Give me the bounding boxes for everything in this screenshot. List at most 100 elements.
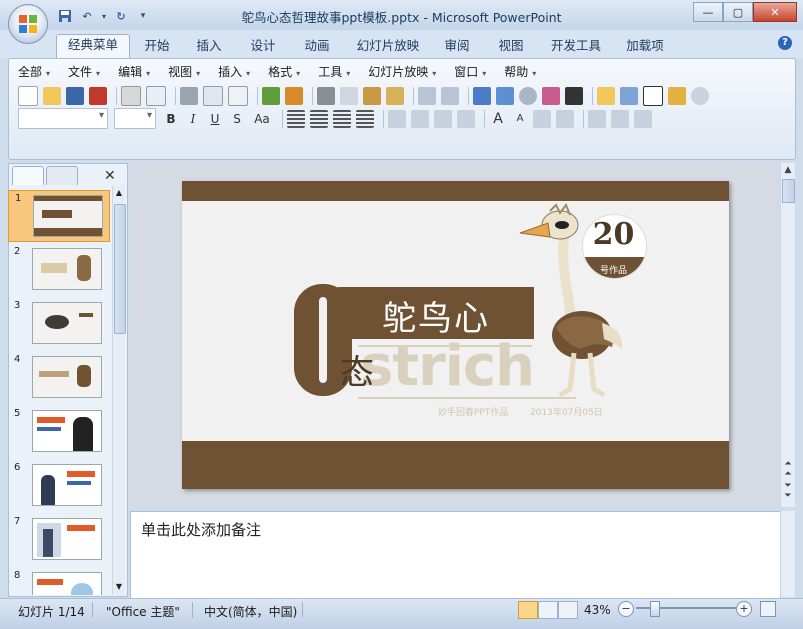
tab-animation[interactable]: 动画 [296, 36, 338, 56]
close-panel-icon[interactable]: ✕ [104, 168, 116, 184]
scroll-thumb[interactable] [782, 179, 795, 203]
print-preview-icon[interactable] [203, 86, 223, 106]
tab-addins[interactable]: 加载项 [618, 36, 672, 56]
spelling-icon[interactable] [262, 87, 280, 105]
picture-icon[interactable] [542, 87, 560, 105]
research-icon[interactable] [285, 87, 303, 105]
print-icon[interactable] [180, 87, 198, 105]
tab-slideshow[interactable]: 幻灯片放映 [350, 36, 426, 56]
save-icon[interactable] [66, 87, 84, 105]
scroll-up-icon[interactable]: ▲ [113, 188, 125, 197]
help-icon[interactable]: ? [778, 36, 792, 50]
number-badge-label[interactable]: 号作品 [582, 263, 645, 276]
thumbnail-row[interactable]: 4 [8, 352, 108, 402]
slide-thumbnail[interactable] [33, 195, 103, 237]
thumbnails-scrollbar[interactable]: ▲ ▼ [112, 186, 126, 595]
layout-icon[interactable] [228, 86, 248, 106]
thumbnail-row[interactable]: 5 [8, 406, 108, 456]
permission-icon[interactable] [121, 86, 141, 106]
menu-view[interactable]: 视图 ▾ [168, 62, 218, 82]
text-direction-icon[interactable] [411, 109, 429, 128]
language-indicator[interactable]: 中文(简体，中国) [204, 603, 297, 620]
slide-layout-icon[interactable] [620, 87, 638, 105]
align-right-icon[interactable] [333, 109, 351, 128]
save-as-pdf-icon[interactable] [89, 87, 107, 105]
minimize-button[interactable]: — [693, 2, 723, 22]
notes-scrollbar[interactable] [780, 511, 795, 597]
undo-icon[interactable] [418, 87, 436, 105]
close-button[interactable]: ✕ [753, 2, 797, 22]
menu-slideshow[interactable]: 幻灯片放映 ▾ [368, 62, 454, 82]
arrange-icon[interactable] [588, 109, 606, 128]
zoom-in-button[interactable]: + [736, 601, 752, 617]
thumbnail-row[interactable]: 2 [8, 244, 108, 294]
open-folder-icon[interactable] [43, 87, 61, 105]
scroll-up-icon[interactable]: ▲ [781, 165, 795, 175]
tab-developer[interactable]: 开发工具 [544, 36, 608, 56]
clip-art-icon[interactable] [519, 87, 537, 105]
underline-button[interactable]: U [206, 110, 224, 128]
thumbnail-row[interactable]: 3 [8, 298, 108, 348]
scroll-down-icon[interactable]: ▼ [113, 582, 125, 591]
bullets-icon[interactable] [457, 109, 475, 128]
author-text[interactable]: 妙手回春PPT作品 [438, 405, 508, 418]
redo-icon[interactable] [441, 87, 459, 105]
date-text[interactable]: 2013年07月05日 [530, 405, 603, 418]
bold-button[interactable]: B [162, 110, 180, 128]
increase-font-icon[interactable]: A [489, 110, 507, 128]
slide-thumbnail[interactable] [32, 302, 102, 344]
numbering-icon[interactable] [434, 109, 452, 128]
tab-view[interactable]: 视图 [490, 36, 532, 56]
decrease-indent-icon[interactable] [533, 109, 551, 128]
menu-tools[interactable]: 工具 ▾ [318, 62, 368, 82]
outline-tab[interactable] [46, 166, 78, 185]
table-icon[interactable] [496, 87, 514, 105]
office-button[interactable] [8, 4, 48, 44]
align-center-icon[interactable] [310, 109, 328, 128]
normal-view-button[interactable] [518, 601, 538, 619]
zoom-out-button[interactable]: − [618, 601, 634, 617]
increase-indent-icon[interactable] [556, 109, 574, 128]
columns-icon[interactable] [388, 109, 406, 128]
menu-all[interactable]: 全部 ▾ [18, 62, 68, 82]
next-slide-icon-2[interactable]: ⏷ [781, 491, 795, 501]
number-badge-value[interactable]: 20 [582, 217, 645, 252]
menu-edit[interactable]: 编辑 ▾ [118, 62, 168, 82]
slide-thumbnail[interactable] [32, 572, 102, 595]
slide-thumbnail[interactable] [32, 356, 102, 398]
tab-home[interactable]: 开始 [136, 36, 178, 56]
align-left-icon[interactable] [287, 109, 305, 128]
slide-scrollbar[interactable]: ▲ ⏶ ⏶ ⏷ ⏷ [780, 163, 795, 507]
chart-icon[interactable] [473, 87, 491, 105]
change-case-button[interactable]: Aa [250, 110, 274, 128]
decrease-font-icon[interactable]: A [511, 110, 529, 128]
tab-classic-menu[interactable]: 经典菜单 [56, 34, 130, 59]
maximize-button[interactable]: ▢ [723, 2, 753, 22]
font-name-combo[interactable] [18, 108, 108, 129]
menu-help[interactable]: 帮助 ▾ [504, 62, 554, 82]
menu-insert[interactable]: 插入 ▾ [218, 62, 268, 82]
new-slide-icon[interactable] [597, 87, 615, 105]
slides-tab[interactable] [12, 166, 44, 185]
zoom-slider-thumb[interactable] [650, 601, 660, 617]
previous-slide-icon[interactable]: ⏶ [781, 459, 795, 469]
attach-icon[interactable] [146, 86, 166, 106]
format-painter-icon[interactable] [386, 87, 404, 105]
slide-thumbnail[interactable] [32, 464, 102, 506]
cut-icon[interactable] [317, 87, 335, 105]
justify-icon[interactable] [356, 109, 374, 128]
zoom-search-icon[interactable] [691, 87, 709, 105]
font-size-combo[interactable] [114, 108, 156, 129]
fill-color-icon[interactable] [565, 87, 583, 105]
italic-button[interactable]: I [184, 110, 202, 128]
text-box-icon[interactable] [643, 86, 663, 106]
shapes-icon[interactable] [611, 109, 629, 128]
shadow-button[interactable]: S [228, 110, 246, 128]
tab-design[interactable]: 设计 [242, 36, 284, 56]
previous-slide-icon-2[interactable]: ⏶ [781, 469, 795, 479]
slide-thumbnail[interactable] [32, 410, 102, 452]
next-slide-icon[interactable]: ⏷ [781, 481, 795, 491]
tab-insert[interactable]: 插入 [188, 36, 230, 56]
slide-thumbnail[interactable] [32, 518, 102, 560]
theme-name[interactable]: "Office 主题" [106, 603, 180, 620]
